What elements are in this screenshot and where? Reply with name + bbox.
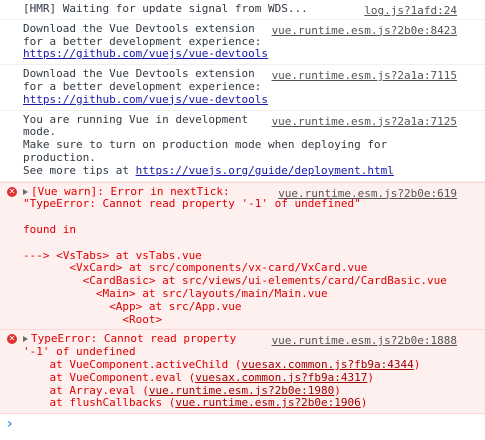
trace-line: <App> at src/App.vue	[23, 299, 242, 313]
console-message-devtools: Download the Vue Devtools extension for …	[0, 65, 485, 111]
error-text: "TypeError: Cannot read property '-1' of…	[23, 197, 361, 211]
expand-triangle-icon[interactable]	[23, 188, 28, 195]
stack-frame-link[interactable]: vue.runtime.esm.js?2b0e:1906	[175, 396, 360, 409]
source-link[interactable]: vue.runtime.esm.js?2b0e:1888	[272, 334, 457, 347]
stack-frame-text: )	[360, 396, 368, 410]
devtools-url-link[interactable]: https://github.com/vuejs/vue-devtools	[23, 47, 268, 60]
error-icon: ✕	[7, 334, 17, 345]
stack-frame-text: at VueComponent.activeChild (	[23, 357, 242, 371]
message-text: See more tips at	[23, 163, 136, 177]
stack-frame-text: )	[334, 383, 341, 397]
deployment-guide-link[interactable]: https://vuejs.org/guide/deployment.html	[136, 164, 394, 177]
stack-frame-text: )	[413, 357, 421, 371]
trace-line: <Root>	[23, 312, 163, 326]
source-link[interactable]: log.js?1afd:24	[364, 4, 457, 17]
error-text: [Vue warn]: Error in nextTick:	[31, 184, 230, 198]
console-message-devtools: Download the Vue Devtools extension for …	[0, 20, 485, 66]
stack-frame-link[interactable]: vue.runtime.esm.js?2b0e:1980	[149, 384, 334, 397]
error-text: TypeError: Cannot read property	[31, 332, 237, 346]
console-message-devmode: You are running Vue in development mode.…	[0, 111, 485, 182]
console-error-typeerror: ✕ TypeError: Cannot read property '-1' o…	[0, 330, 485, 415]
stack-frame-text: )	[367, 370, 374, 384]
source-link[interactable]: vue.runtime.esm.js?2b0e:8423	[272, 24, 457, 37]
stack-frame-text: at flushCallbacks (	[23, 396, 176, 410]
source-link[interactable]: vue.runtime.esm.js?2a1a:7125	[272, 115, 457, 128]
console-prompt[interactable]: ›	[0, 414, 485, 436]
stack-frame-link[interactable]: vuesax.common.js?fb9a:4317	[195, 371, 367, 384]
trace-line: <Main> at src/layouts/main/Main.vue	[23, 286, 328, 300]
stack-frame-text: at Array.eval (	[23, 383, 149, 397]
stack-frame-link[interactable]: vuesax.common.js?fb9a:4344	[242, 358, 414, 371]
error-text: found in	[23, 222, 76, 236]
stack-frame-text: at VueComponent.eval (	[23, 370, 196, 384]
source-link[interactable]: vue.runtime.esm.js?2a1a:7115	[272, 69, 457, 82]
console-error-vue-warn: ✕ [Vue warn]: Error in nextTick: "TypeEr…	[0, 181, 485, 331]
console-message-hmr: [HMR] Waiting for update signal from WDS…	[0, 0, 485, 20]
console-panel: [HMR] Waiting for update signal from WDS…	[0, 0, 485, 436]
error-icon: ✕	[7, 186, 17, 197]
devtools-url-link[interactable]: https://github.com/vuejs/vue-devtools	[23, 93, 268, 106]
prompt-chevron-icon: ›	[7, 416, 13, 433]
expand-triangle-icon[interactable]	[23, 336, 28, 343]
source-link[interactable]: vue.runtime.esm.js?2b0e:619	[278, 187, 457, 200]
